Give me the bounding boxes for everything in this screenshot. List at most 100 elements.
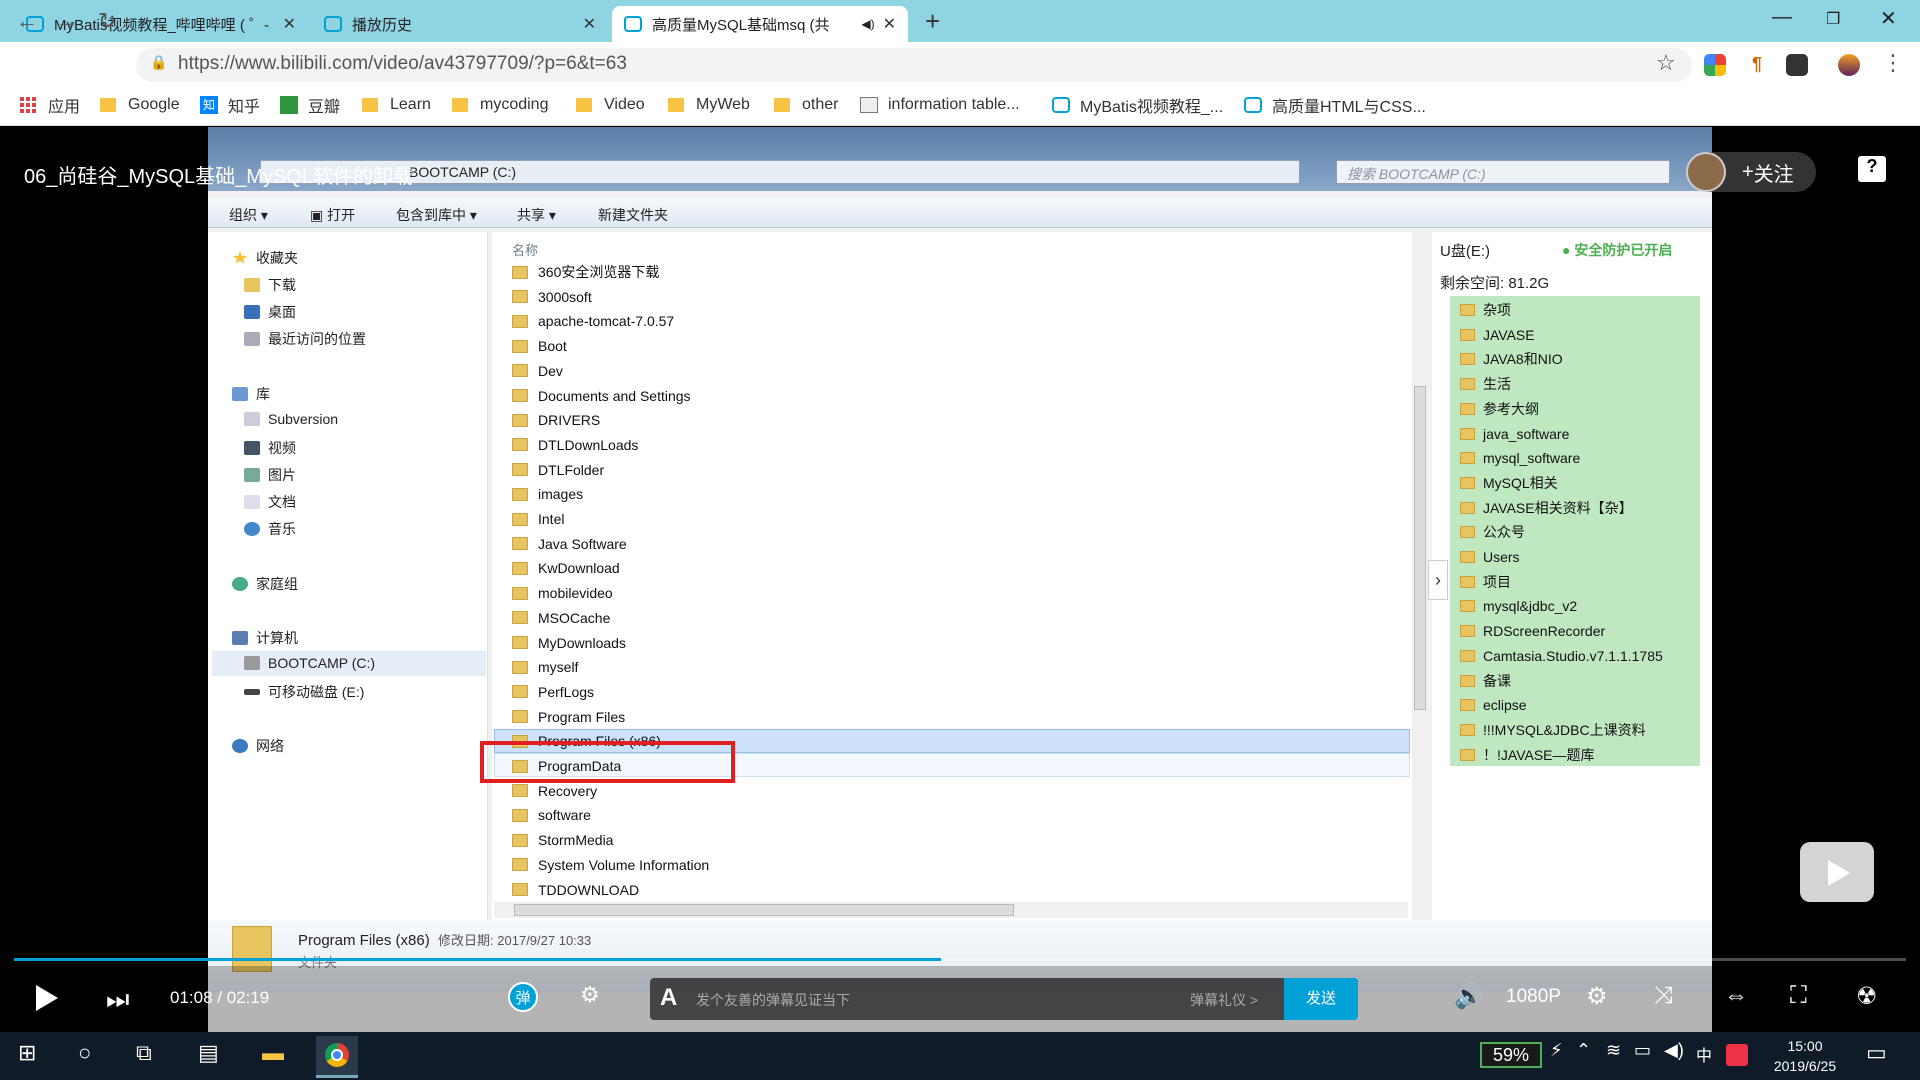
extension-icon[interactable]	[1704, 54, 1726, 76]
bookmark-apps[interactable]: 应用	[20, 94, 80, 116]
red-annotation-box	[480, 741, 735, 783]
file-name: Recovery	[538, 782, 598, 799]
app-icon[interactable]: ▤	[198, 1040, 219, 1066]
start-icon[interactable]: ⊞	[18, 1040, 36, 1066]
usb-folder-row: JAVASE相关资料【杂】	[1460, 497, 1633, 519]
usb-folder-name: 杂项	[1483, 302, 1511, 318]
file-row: Program Files	[512, 705, 625, 729]
folder-icon	[1460, 649, 1475, 662]
bookmark-myweb[interactable]: MyWeb	[668, 94, 750, 116]
close-icon[interactable]: ✕	[883, 14, 896, 34]
danmu-toggle[interactable]: 弹	[508, 982, 538, 1012]
extension-icon[interactable]: ¶	[1746, 54, 1768, 76]
close-icon[interactable]: ✕	[283, 14, 296, 34]
nav-subversion: Subversion	[244, 411, 338, 427]
bookmark-information-table[interactable]: information table...	[860, 94, 1020, 116]
send-button[interactable]: 发送	[1284, 978, 1358, 1020]
back-icon[interactable]: ←	[16, 8, 38, 34]
nav-drive-c: BOOTCAMP (C:)	[244, 655, 375, 671]
file-name: DRIVERS	[538, 412, 601, 429]
chrome-taskbar-icon[interactable]	[316, 1036, 358, 1078]
next-icon[interactable]: ⏭	[106, 984, 129, 1016]
network-icon	[232, 739, 248, 753]
chevron-up-icon[interactable]: ⌃	[1576, 1040, 1591, 1061]
folder-icon	[1460, 748, 1475, 761]
file-row: Java Software	[512, 532, 627, 556]
minimize-button[interactable]: —	[1772, 6, 1792, 29]
usb-folder-row: 生活	[1460, 373, 1511, 395]
folder-icon	[512, 265, 528, 279]
danmu-style-icon[interactable]: A	[660, 984, 677, 1012]
tray-icon[interactable]: ⚡	[1550, 1040, 1563, 1061]
nav-label: 收藏夹	[256, 250, 298, 266]
uploader-avatar[interactable]	[1686, 152, 1726, 192]
bilibili-icon	[1052, 97, 1070, 113]
close-icon[interactable]: ✕	[583, 14, 596, 34]
folder-icon	[512, 784, 528, 798]
forward-icon[interactable]: →	[56, 8, 78, 34]
play-icon[interactable]	[36, 985, 58, 1011]
bookmark-html-css[interactable]: 高质量HTML与CSS...	[1244, 94, 1426, 116]
wifi-icon[interactable]: ≋	[1606, 1040, 1621, 1061]
help-icon[interactable]: ?	[1858, 156, 1886, 182]
folder-icon	[1460, 353, 1475, 366]
danmu-etiquette-link[interactable]: 弹幕礼仪 >	[1190, 990, 1258, 1010]
search-icon[interactable]: ○	[78, 1040, 91, 1066]
bookmark-douban[interactable]: 豆瓣	[280, 94, 340, 116]
bookmark-learn[interactable]: Learn	[362, 94, 431, 116]
follow-label: 关注	[1753, 163, 1794, 186]
fullscreen-icon[interactable]: ☢	[1856, 982, 1878, 1011]
new-tab-button[interactable]: +	[925, 6, 940, 37]
extension-icon[interactable]	[1786, 54, 1808, 76]
profile-avatar[interactable]	[1838, 54, 1860, 76]
speaker-icon[interactable]: ◀)	[1664, 1040, 1684, 1061]
speaker-icon[interactable]: ◀)	[861, 17, 874, 31]
folder-icon	[512, 833, 528, 847]
tab-history[interactable]: 播放历史 ✕	[312, 6, 608, 42]
web-fullscreen-icon[interactable]: ⛶	[1790, 982, 1807, 1010]
system-clock[interactable]: 15:00 2019/6/25	[1770, 1036, 1840, 1076]
settings-icon[interactable]: ⚙	[1586, 982, 1608, 1011]
usb-folder-name: JAVA8和NIO	[1483, 351, 1563, 368]
volume-icon[interactable]: 🔊	[1454, 982, 1484, 1011]
loop-icon[interactable]: ⤨	[1654, 982, 1673, 1010]
url-text[interactable]: https://www.bilibili.com/video/av4379770…	[178, 53, 627, 75]
folder-icon	[1460, 402, 1475, 415]
usb-safe-status: ● 安全防护已开启	[1562, 240, 1672, 260]
battery-indicator[interactable]: 59%	[1480, 1042, 1542, 1068]
usb-folder-row: eclipse	[1460, 694, 1527, 716]
ime-indicator[interactable]: 中	[1696, 1042, 1712, 1066]
chrome-icon-center	[331, 1049, 343, 1061]
douban-icon	[280, 96, 298, 114]
bookmark-star-icon[interactable]: ☆	[1656, 50, 1676, 76]
danmu-settings-icon[interactable]: ⚙	[580, 982, 614, 1010]
nav-label: Subversion	[268, 411, 339, 427]
close-window-button[interactable]: ✕	[1880, 6, 1897, 31]
music-icon	[244, 522, 260, 536]
bilibili-tab-icon	[324, 16, 342, 32]
homegroup-icon	[232, 577, 248, 591]
task-view-icon[interactable]: ⧉	[136, 1040, 152, 1066]
bookmark-video[interactable]: Video	[576, 94, 645, 116]
notification-icon[interactable]: ▭	[1866, 1040, 1887, 1066]
widescreen-icon[interactable]: ⇔	[1724, 982, 1748, 1010]
file-explorer-icon[interactable]: ▬	[262, 1040, 284, 1066]
battery-icon[interactable]: ▭	[1634, 1040, 1651, 1061]
usb-safe-label: 安全防护已开启	[1574, 242, 1673, 258]
reload-icon[interactable]: ↻	[98, 8, 116, 34]
bookmark-other[interactable]: other	[774, 94, 838, 116]
file-name: MyDownloads	[538, 634, 626, 651]
sogou-icon[interactable]	[1726, 1044, 1748, 1066]
file-name: 360安全浏览器下载	[538, 264, 660, 280]
bookmark-mycoding[interactable]: mycoding	[452, 94, 548, 116]
tab-mysql-active[interactable]: 高质量MySQL基础msq (共 ◀) ✕	[612, 6, 908, 42]
bookmark-google[interactable]: Google	[100, 94, 180, 116]
removable-drive-icon	[244, 689, 260, 695]
tv-mascot-icon[interactable]	[1800, 842, 1874, 902]
bookmark-mybatis[interactable]: MyBatis视频教程_...	[1052, 94, 1223, 116]
lock-icon[interactable]: 🔒	[150, 54, 167, 71]
menu-icon[interactable]: ⋮	[1882, 50, 1904, 76]
bookmark-zhihu[interactable]: 知知乎	[200, 94, 260, 116]
maximize-button[interactable]: ❐	[1826, 9, 1840, 29]
quality-selector[interactable]: 1080P	[1506, 986, 1561, 1008]
